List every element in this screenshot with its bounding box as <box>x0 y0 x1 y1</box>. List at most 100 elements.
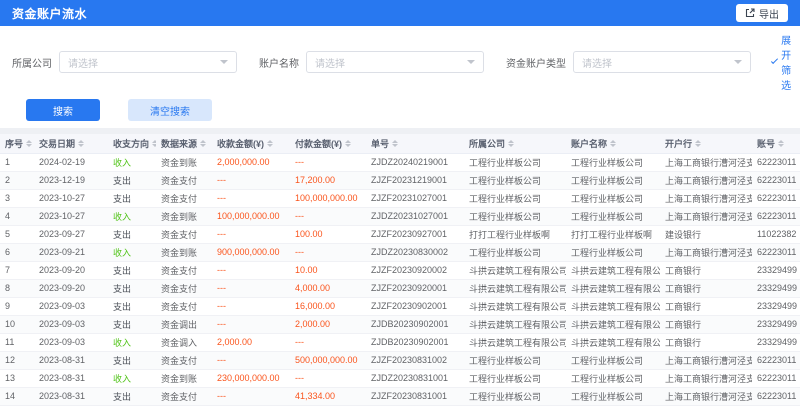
cell-acct_no: 62223011 <box>752 369 800 387</box>
table-header-row: 序号 交易日期 收支方向 数据来源 收款金额(¥) 付款金额(¥) 单号 所属公… <box>0 134 800 153</box>
cell-acct_no: 62223011 <box>752 243 800 261</box>
cell-pay: 41,334.00 <box>290 387 366 405</box>
cell-bank: 上海工商银行漕河泾支行 <box>660 369 752 387</box>
col-header-source[interactable]: 数据来源 <box>156 134 212 153</box>
cell-pay: --- <box>290 369 366 387</box>
cell-company: 工程行业样板公司 <box>464 243 566 261</box>
col-header-account-name[interactable]: 账户名称 <box>566 134 660 153</box>
cell-pay: 4,000.00 <box>290 279 366 297</box>
cell-no: 1 <box>0 153 34 171</box>
company-select[interactable]: 请选择 <box>59 51 237 73</box>
cell-company: 斗拱云建筑工程有限公司 <box>464 333 566 351</box>
cell-recv: 2,000,000.00 <box>212 153 290 171</box>
table-row[interactable]: 152023-08-30收入资金到账30,000,000.00---ZJDZ20… <box>0 405 800 409</box>
table-row[interactable]: 92023-09-03支出资金支付---16,000.00ZJZF2023090… <box>0 297 800 315</box>
col-header-company[interactable]: 所属公司 <box>464 134 566 153</box>
cell-pay: --- <box>290 405 366 409</box>
cell-bank: 工商银行 <box>660 333 752 351</box>
cell-bank: 工商银行 <box>660 315 752 333</box>
cell-recv: --- <box>212 261 290 279</box>
sort-icon[interactable] <box>695 137 701 150</box>
cell-date: 2023-09-20 <box>34 261 108 279</box>
cell-src: 资金到账 <box>156 369 212 387</box>
table-row[interactable]: 22023-12-19支出资金支付---17,200.00ZJZF2023121… <box>0 171 800 189</box>
cell-no: 2 <box>0 171 34 189</box>
cell-recv: --- <box>212 387 290 405</box>
cell-order: ZJZF20230920001 <box>366 279 464 297</box>
cell-no: 4 <box>0 207 34 225</box>
table-row[interactable]: 32023-10-27支出资金支付---100,000,000.00ZJZF20… <box>0 189 800 207</box>
cell-account: 工程行业样板公司 <box>566 153 660 171</box>
sort-icon[interactable] <box>778 137 784 150</box>
cell-account: 工程行业样板公司 <box>566 387 660 405</box>
cell-company: 工程行业样板公司 <box>464 207 566 225</box>
table-row[interactable]: 62023-09-21收入资金到账900,000,000.00---ZJDZ20… <box>0 243 800 261</box>
table-row[interactable]: 142023-08-31支出资金支付---41,334.00ZJZF202308… <box>0 387 800 405</box>
col-header-no[interactable]: 序号 <box>0 134 34 153</box>
table-row[interactable]: 12024-02-19收入资金到账2,000,000.00---ZJDZ2024… <box>0 153 800 171</box>
col-header-payment-amount[interactable]: 付款金额(¥) <box>290 134 366 153</box>
cell-order: ZJDZ20230831001 <box>366 369 464 387</box>
cell-bank: 上海工商银行漕河泾支行 <box>660 405 752 409</box>
cell-date: 2023-09-03 <box>34 315 108 333</box>
cell-src: 资金支付 <box>156 351 212 369</box>
cell-src: 资金调出 <box>156 315 212 333</box>
cell-company: 斗拱云建筑工程有限公司 <box>464 315 566 333</box>
sort-icon[interactable] <box>152 137 156 150</box>
col-header-bank[interactable]: 开户行 <box>660 134 752 153</box>
sort-icon[interactable] <box>200 137 206 150</box>
cell-src: 资金支付 <box>156 171 212 189</box>
cell-date: 2023-09-03 <box>34 297 108 315</box>
cell-src: 资金支付 <box>156 189 212 207</box>
account-name-select-placeholder: 请选择 <box>315 55 467 70</box>
table-row[interactable]: 122023-08-31支出资金支付---500,000,000.00ZJZF2… <box>0 351 800 369</box>
filter-field-account-name: 账户名称 请选择 <box>259 51 484 73</box>
col-header-receipt-amount[interactable]: 收款金额(¥) <box>212 134 290 153</box>
cell-order: ZJDZ20230830002 <box>366 243 464 261</box>
cell-order: ZJZF20230831001 <box>366 387 464 405</box>
account-name-select[interactable]: 请选择 <box>306 51 484 73</box>
cell-account: 打打工程行业样板啊 <box>566 225 660 243</box>
cell-acct_no: 62223011 <box>752 189 800 207</box>
clear-search-button[interactable]: 清空搜索 <box>128 99 212 121</box>
table-row[interactable]: 42023-10-27收入资金到账100,000,000.00---ZJDZ20… <box>0 207 800 225</box>
col-header-order-no[interactable]: 单号 <box>366 134 464 153</box>
table-row[interactable]: 52023-09-27支出资金支付---100.00ZJZF2023092700… <box>0 225 800 243</box>
cell-bank: 工商银行 <box>660 279 752 297</box>
cell-no: 15 <box>0 405 34 409</box>
cell-order: ZJDB20230902001 <box>366 333 464 351</box>
sort-icon[interactable] <box>508 137 514 150</box>
cell-acct_no: 62223011 <box>752 171 800 189</box>
cell-bank: 上海工商银行漕河泾支行 <box>660 153 752 171</box>
search-button[interactable]: 搜索 <box>26 99 100 121</box>
sort-icon[interactable] <box>610 137 616 150</box>
sort-icon[interactable] <box>392 137 398 150</box>
cell-src: 资金支付 <box>156 387 212 405</box>
cell-account: 工程行业样板公司 <box>566 369 660 387</box>
table-row[interactable]: 72023-09-20支出资金支付---10.00ZJZF20230920002… <box>0 261 800 279</box>
table-row[interactable]: 112023-09-03收入资金调入2,000.00---ZJDB2023090… <box>0 333 800 351</box>
cell-order: ZJZF20231219001 <box>366 171 464 189</box>
cell-date: 2023-10-27 <box>34 207 108 225</box>
sort-icon[interactable] <box>26 137 32 150</box>
cell-acct_no: 23329499 <box>752 297 800 315</box>
cell-company: 工程行业样板公司 <box>464 351 566 369</box>
table-row[interactable]: 132023-08-31收入资金到账230,000,000.00---ZJDZ2… <box>0 369 800 387</box>
cell-date: 2023-12-19 <box>34 171 108 189</box>
table-row[interactable]: 82023-09-20支出资金支付---4,000.00ZJZF20230920… <box>0 279 800 297</box>
cell-pay: --- <box>290 153 366 171</box>
cell-src: 资金支付 <box>156 279 212 297</box>
account-type-select[interactable]: 请选择 <box>573 51 751 73</box>
sort-icon[interactable] <box>78 137 84 150</box>
cell-date: 2023-09-20 <box>34 279 108 297</box>
cell-account: 斗拱云建筑工程有限公司 <box>566 261 660 279</box>
table-row[interactable]: 102023-09-03支出资金调出---2,000.00ZJDB2023090… <box>0 315 800 333</box>
sort-icon[interactable] <box>345 137 351 150</box>
expand-filters-toggle[interactable]: 展开筛选 <box>773 32 795 92</box>
export-button[interactable]: 导出 <box>736 4 788 22</box>
col-header-direction[interactable]: 收支方向 <box>108 134 156 153</box>
col-header-account-no[interactable]: 账号 <box>752 134 800 153</box>
col-header-date[interactable]: 交易日期 <box>34 134 108 153</box>
cell-dir: 支出 <box>108 297 156 315</box>
sort-icon[interactable] <box>267 137 273 150</box>
